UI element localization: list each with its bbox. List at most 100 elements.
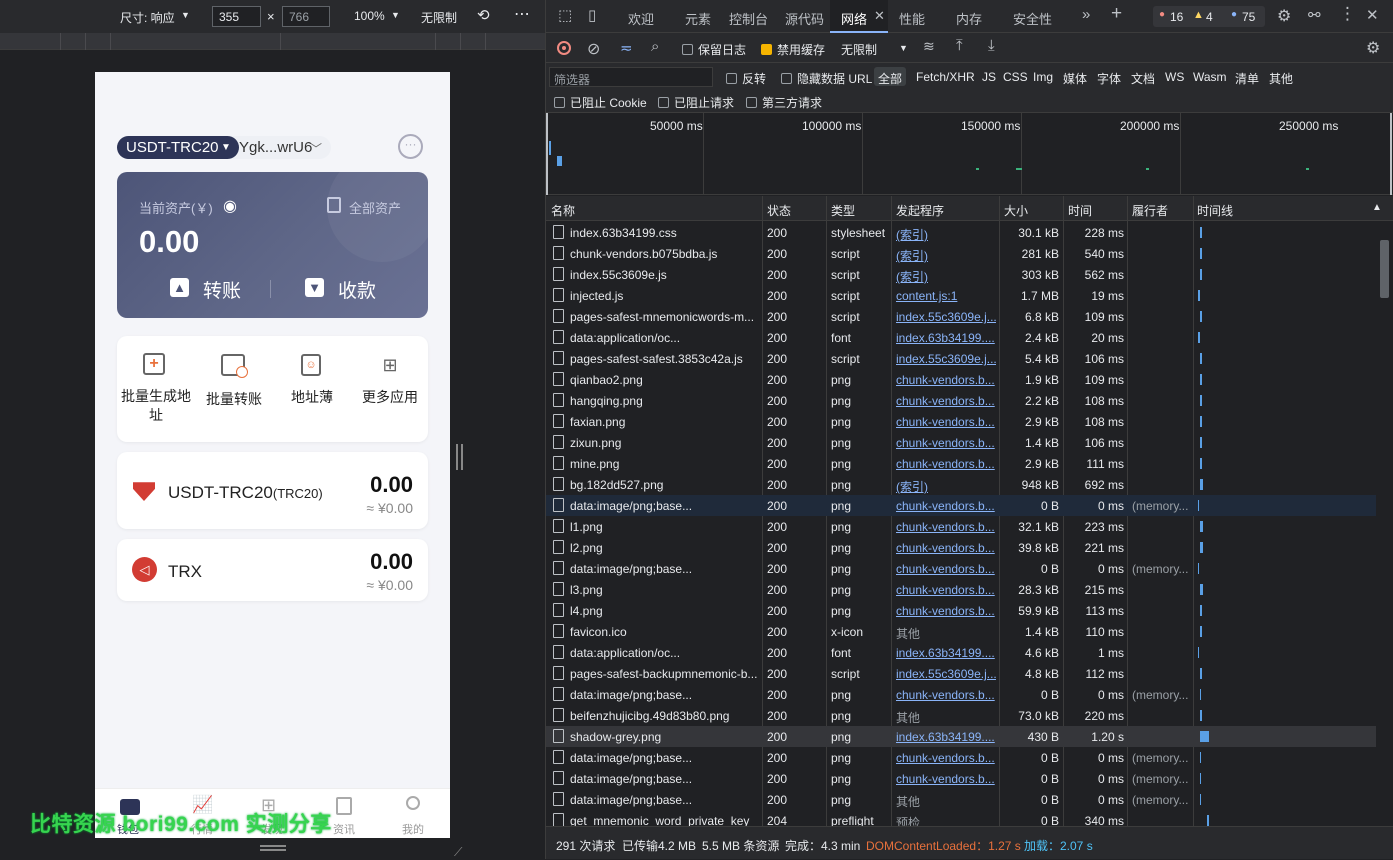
request-row[interactable]: get_mnemonic_word_private_key 204 prefligh…	[546, 810, 1376, 826]
settings-gear-icon[interactable]: ⚙	[1277, 6, 1291, 26]
request-row[interactable]: l1.png 200 png chunk-vendors.b... 32.1 kB 223…	[546, 516, 1376, 537]
request-name[interactable]: data:application/oc...	[570, 646, 760, 660]
request-row[interactable]: data:image/png;base... 200 png chunk-vendor…	[546, 747, 1376, 768]
import-har-icon[interactable]: ⤒	[956, 37, 963, 54]
vertical-scrollbar[interactable]	[1377, 222, 1392, 826]
batch-transfer[interactable]: 批量转账	[195, 389, 273, 409]
batch-generate-address[interactable]: 批量生成地址	[117, 387, 195, 425]
width-input[interactable]: 355	[212, 6, 261, 27]
request-initiator[interactable]: (索引)	[896, 268, 996, 285]
tab-performance[interactable]: 性能	[899, 9, 925, 28]
request-name[interactable]: get_mnemonic_word_private_key	[570, 814, 760, 826]
request-initiator[interactable]: chunk-vendors.b...	[896, 436, 996, 450]
request-name[interactable]: beifenzhujicibg.49d83b80.png	[570, 709, 760, 723]
request-name[interactable]: hangqing.png	[570, 394, 760, 408]
request-name[interactable]: favicon.ico	[570, 625, 760, 639]
request-row[interactable]: index.55c3609e.js 200 script (索引) 303 kB 562 …	[546, 264, 1376, 285]
clear-icon[interactable]: ⊘	[587, 39, 600, 59]
request-name[interactable]: pages-safest-safest.3853c42a.js	[570, 352, 760, 366]
request-name[interactable]: bg.182dd527.png	[570, 478, 760, 492]
request-row[interactable]: shadow-grey.png 200 png index.63b34199.... 4…	[546, 726, 1376, 747]
request-initiator[interactable]: chunk-vendors.b...	[896, 772, 996, 786]
type-doc[interactable]: 文档	[1131, 70, 1155, 87]
request-name[interactable]: l3.png	[570, 583, 760, 597]
inspect-icon[interactable]: ⬚	[558, 6, 572, 24]
media-query-ruler[interactable]	[0, 33, 545, 50]
invert-checkbox[interactable]: 反转	[726, 70, 766, 87]
request-row[interactable]: hangqing.png 200 png chunk-vendors.b... 2.2 …	[546, 390, 1376, 411]
request-name[interactable]: shadow-grey.png	[570, 730, 760, 744]
batch-generate-icon[interactable]: +	[143, 353, 165, 375]
throttle-select[interactable]: 无限制	[841, 41, 877, 58]
request-name[interactable]: index.55c3609e.js	[570, 268, 760, 282]
type-media[interactable]: 媒体	[1063, 70, 1087, 87]
request-row[interactable]: l3.png 200 png chunk-vendors.b... 28.3 kB 215…	[546, 579, 1376, 600]
request-initiator[interactable]: index.63b34199....	[896, 331, 996, 345]
request-name[interactable]: data:image/png;base...	[570, 499, 760, 513]
type-other[interactable]: 其他	[1269, 70, 1293, 87]
add-tab-icon[interactable]: +	[1111, 3, 1122, 25]
request-row[interactable]: data:application/oc... 200 font index.63b34…	[546, 642, 1376, 663]
height-input[interactable]: 766	[282, 6, 330, 27]
col-time[interactable]: 时间	[1068, 202, 1092, 219]
device-toggle-icon[interactable]: ▯	[588, 6, 596, 24]
request-initiator[interactable]: chunk-vendors.b...	[896, 541, 996, 555]
more-apps[interactable]: 更多应用	[351, 387, 429, 407]
sort-ascending-icon[interactable]: ▲	[1372, 202, 1382, 213]
request-row[interactable]: data:image/png;base... 200 png chunk-vendor…	[546, 495, 1376, 516]
type-font[interactable]: 字体	[1097, 70, 1121, 87]
news-icon[interactable]	[336, 797, 352, 815]
type-fetch-xhr[interactable]: Fetch/XHR	[916, 70, 975, 84]
address-book[interactable]: 地址薄	[273, 387, 351, 407]
tab-network[interactable]: 网络	[841, 9, 867, 28]
request-row[interactable]: l4.png 200 png chunk-vendors.b... 59.9 kB 113…	[546, 600, 1376, 621]
all-assets-link[interactable]: 全部资产	[349, 198, 401, 217]
request-initiator[interactable]: content.js:1	[896, 289, 996, 303]
request-initiator[interactable]: chunk-vendors.b...	[896, 688, 996, 702]
request-name[interactable]: pages-safest-mnemonicwords-m...	[570, 310, 760, 324]
apps-icon[interactable]: ⊞	[379, 354, 401, 376]
filter-input[interactable]: 筛选器	[549, 67, 713, 87]
col-type[interactable]: 类型	[831, 202, 855, 219]
request-initiator[interactable]: (索引)	[896, 247, 996, 264]
disable-cache-checkbox[interactable]: 禁用缓存	[761, 41, 825, 58]
search-icon[interactable]: ⌕	[651, 38, 659, 55]
preserve-log-checkbox[interactable]: 保留日志	[682, 41, 746, 58]
request-initiator[interactable]: index.63b34199....	[896, 646, 996, 660]
hide-data-urls-checkbox[interactable]: 隐藏数据 URL	[781, 70, 872, 87]
nav-news[interactable]: 资讯	[333, 821, 355, 837]
request-name[interactable]: data:image/png;base...	[570, 688, 760, 702]
type-css[interactable]: CSS	[1003, 70, 1028, 84]
request-initiator[interactable]: chunk-vendors.b...	[896, 499, 996, 513]
request-initiator[interactable]: chunk-vendors.b...	[896, 373, 996, 387]
close-tab-icon[interactable]: ✕	[874, 8, 885, 24]
request-name[interactable]: injected.js	[570, 289, 760, 303]
request-row[interactable]: data:image/png;base... 200 png chunk-vendor…	[546, 558, 1376, 579]
network-overview[interactable]: 50000 ms 100000 ms 150000 ms 200000 ms 2…	[546, 113, 1393, 195]
rotate-icon[interactable]: ⟲	[477, 6, 490, 24]
request-row[interactable]: index.63b34199.css 200 stylesheet (索引) 30.1 …	[546, 222, 1376, 243]
col-name[interactable]: 名称	[551, 202, 575, 219]
token-row-usdt[interactable]: USDT-TRC20(TRC20) 0.00 ≈ ¥0.00	[117, 452, 428, 529]
request-name[interactable]: data:image/png;base...	[570, 751, 760, 765]
request-name[interactable]: l2.png	[570, 541, 760, 555]
request-row[interactable]: faxian.png 200 png chunk-vendors.b... 2.9 kB…	[546, 411, 1376, 432]
request-row[interactable]: beifenzhujicibg.49d83b80.png 200 png 其他 73.0…	[546, 705, 1376, 726]
request-name[interactable]: l1.png	[570, 520, 760, 534]
tab-welcome[interactable]: 欢迎	[628, 9, 654, 28]
request-row[interactable]: data:image/png;base... 200 png chunk-vendor…	[546, 768, 1376, 789]
blocked-requests-checkbox[interactable]: 已阻止请求	[658, 94, 734, 111]
type-js[interactable]: JS	[982, 70, 996, 84]
request-row[interactable]: mine.png 200 png chunk-vendors.b... 2.9 kB 11…	[546, 453, 1376, 474]
request-row[interactable]: pages-safest-mnemonicwords-m... 200 script…	[546, 306, 1376, 327]
throttle-dropdown[interactable]: 无限制	[421, 9, 457, 26]
overview-start-handle[interactable]	[546, 113, 548, 195]
request-row[interactable]: data:image/png;base... 200 png chunk-vendor…	[546, 684, 1376, 705]
request-row[interactable]: l2.png 200 png chunk-vendors.b... 39.8 kB 221…	[546, 537, 1376, 558]
request-row[interactable]: qianbao2.png 200 png chunk-vendors.b... 1.9 …	[546, 369, 1376, 390]
request-row[interactable]: data:image/png;base... 200 png 其他 0 B 0 ms (me…	[546, 789, 1376, 810]
col-status[interactable]: 状态	[767, 202, 791, 219]
request-name[interactable]: data:image/png;base...	[570, 562, 760, 576]
type-wasm[interactable]: Wasm	[1193, 70, 1227, 84]
type-manifest[interactable]: 清单	[1235, 70, 1259, 87]
